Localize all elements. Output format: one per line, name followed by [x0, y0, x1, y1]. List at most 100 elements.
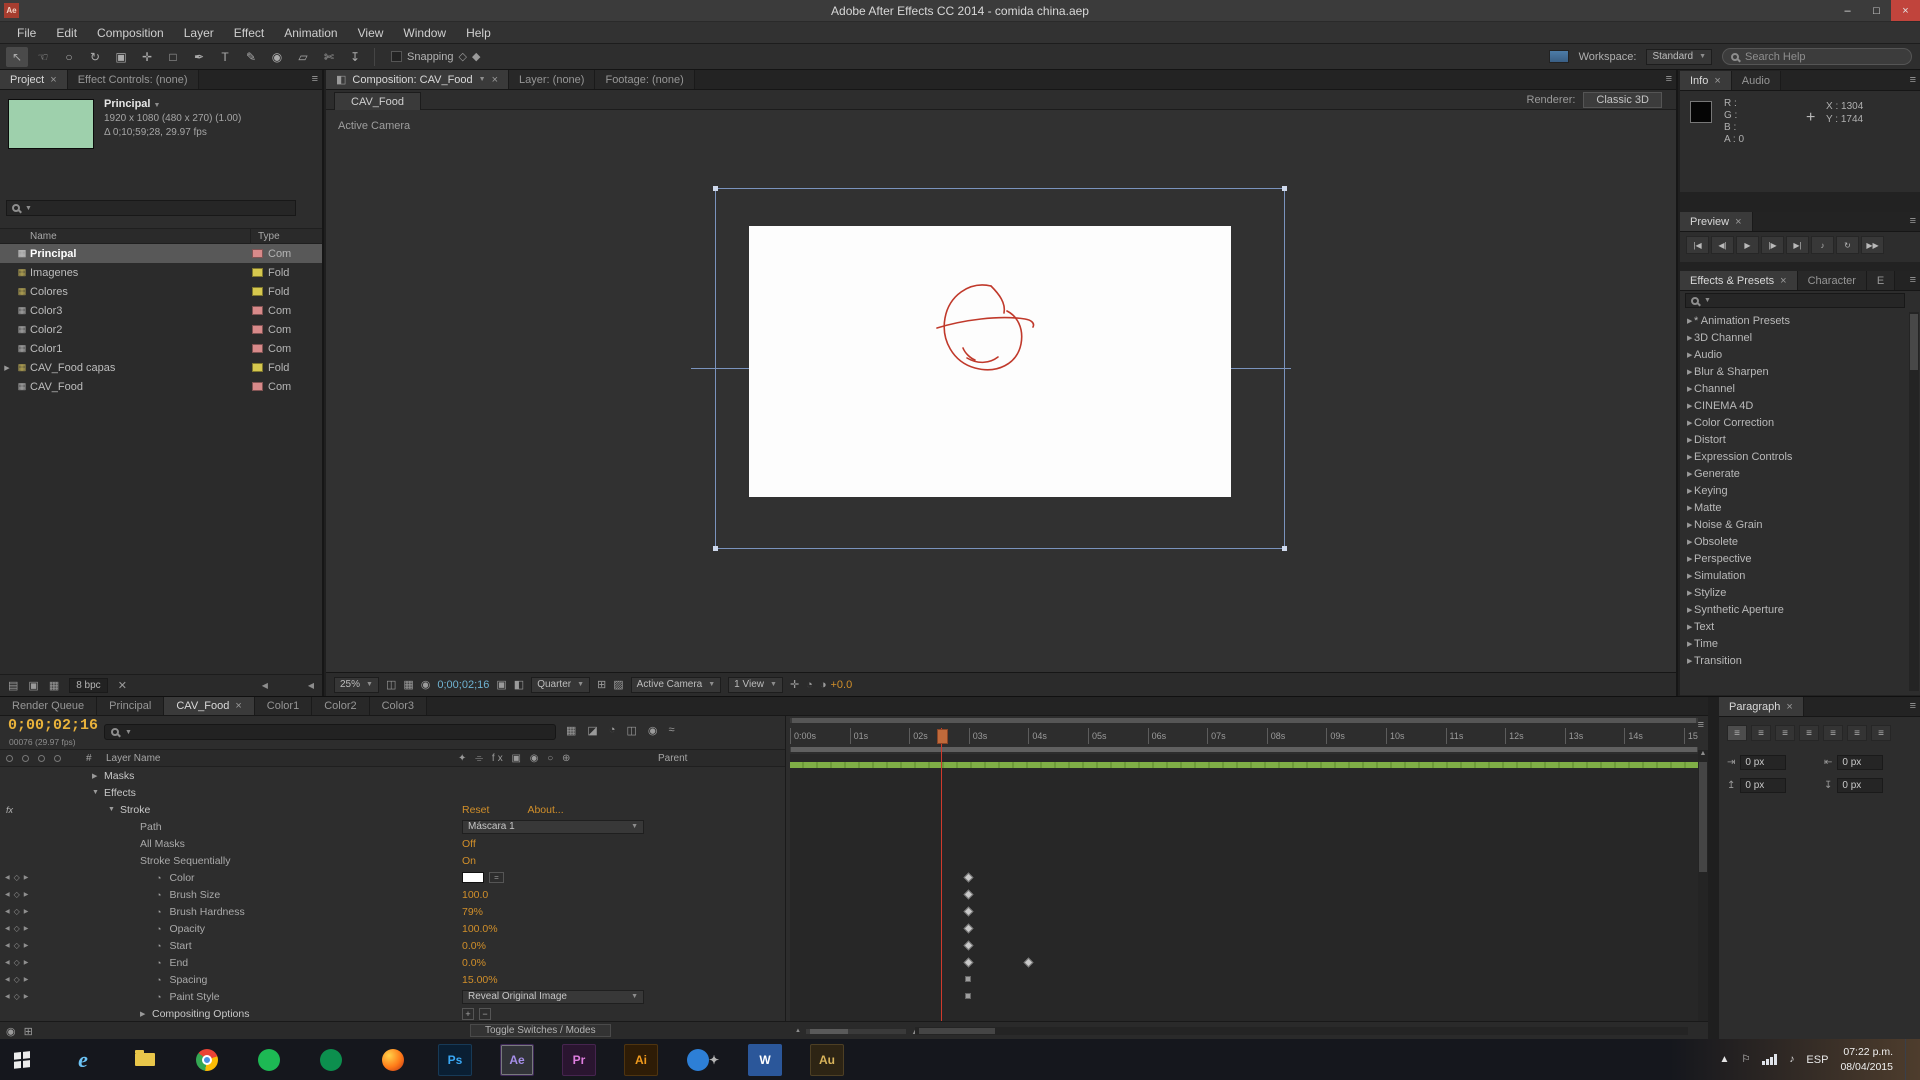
time-navigator-bar[interactable]	[790, 718, 1698, 723]
disclosure-triangle-icon[interactable]: ▶	[1680, 504, 1694, 512]
property-value[interactable]: 100.0	[462, 889, 488, 901]
selection-tool-icon[interactable]: ↖	[6, 46, 28, 67]
keyframe-navigator[interactable]: ◀ ◇ ▶	[5, 907, 28, 916]
parent-column[interactable]: Parent	[658, 753, 687, 764]
panel-menu-icon[interactable]: ≡	[1666, 73, 1672, 85]
draft-3d-icon[interactable]: ◪	[587, 724, 597, 737]
keyframe-marker[interactable]	[965, 976, 972, 982]
align-left-button[interactable]	[1727, 725, 1747, 741]
graph-editor-icon[interactable]: ≈	[668, 724, 674, 737]
snap-option-icon[interactable]: ◆	[472, 50, 480, 63]
property-value[interactable]: 0.0%	[462, 940, 486, 952]
effects-category[interactable]: ▶ Matte	[1680, 499, 1908, 516]
panel-menu-icon[interactable]: ≡	[1910, 215, 1916, 227]
hand-tool-icon[interactable]: ☜	[32, 47, 54, 67]
eraser-tool-icon[interactable]: ▱	[292, 47, 314, 67]
comp-subtab[interactable]: CAV_Food	[334, 92, 421, 110]
disclosure-triangle-icon[interactable]: ▶	[1680, 555, 1694, 563]
keyframe-navigator[interactable]: ◀ ◇ ▶	[5, 890, 28, 899]
language-indicator[interactable]: ESP	[1806, 1054, 1828, 1066]
keyframe-navigator[interactable]: ◀ ◇ ▶	[5, 975, 28, 984]
column-type[interactable]: Type	[258, 231, 280, 242]
snapshot-icon[interactable]: ▣	[496, 678, 506, 691]
delete-icon[interactable]: ✕	[118, 679, 127, 692]
disclosure-triangle-icon[interactable]: ▶	[1680, 402, 1694, 410]
menu-item[interactable]: Layer	[175, 26, 223, 40]
stopwatch-icon[interactable]: ◔	[156, 975, 161, 985]
property-row[interactable]: ◀◇▶ fx ◔ Paint Style Reveal Original Ima…	[0, 988, 785, 1005]
bit-depth-button[interactable]: 8 bpc	[69, 678, 108, 693]
transparency-grid-icon[interactable]: ▨	[613, 678, 623, 691]
remove-option-button[interactable]: −	[479, 1007, 491, 1020]
layer-name-column[interactable]: Layer Name	[106, 753, 160, 764]
zoom-slider-thumb[interactable]	[809, 1028, 848, 1034]
property-row[interactable]: ◀◇▶ fx ◔ Path Máscara 1▼ Máscara 1 = +−	[0, 818, 785, 835]
effects-category[interactable]: ▶ Time	[1680, 635, 1908, 652]
timeline-tab[interactable]: CAV_Food ×	[164, 697, 255, 715]
zoom-tool-icon[interactable]: ○	[58, 47, 80, 67]
audio-toggle-button[interactable]: ♪	[1811, 236, 1834, 254]
disclosure-triangle-icon[interactable]	[140, 1010, 152, 1018]
keyframe-marker[interactable]	[963, 957, 974, 968]
safe-guides-icon[interactable]: ◫	[386, 678, 396, 691]
panel-menu-icon[interactable]: ≡	[312, 73, 318, 85]
disclosure-triangle-icon[interactable]: ▶	[1680, 334, 1694, 342]
property-value[interactable]: 79%	[462, 906, 483, 918]
timeline-zoom-control[interactable]: ▲ ▲	[795, 1026, 920, 1036]
fx-badge-icon[interactable]: fx	[6, 805, 13, 815]
indent-right-field[interactable]: ⇤ 0 px	[1824, 755, 1911, 770]
new-folder-icon[interactable]: ▣	[28, 679, 38, 692]
viewer-canvas[interactable]: Active Camera	[326, 110, 1676, 672]
label-color-chip[interactable]	[252, 306, 263, 315]
property-value[interactable]: 15.00%	[462, 974, 498, 986]
keyframe-marker[interactable]	[965, 993, 972, 999]
pixel-aspect-icon[interactable]: ✛	[790, 678, 799, 691]
show-desktop-button[interactable]	[1905, 1039, 1912, 1080]
next-frame-button[interactable]: |▶	[1761, 236, 1784, 254]
shape-tool-icon[interactable]: □	[162, 47, 184, 67]
effects-search[interactable]: ▼	[1685, 293, 1905, 308]
hide-shy-layers-icon[interactable]: ◔	[609, 724, 616, 737]
compass-app-icon[interactable]: ✦	[686, 1044, 720, 1076]
viewer-timecode[interactable]: 0;00;02;16	[437, 679, 489, 691]
expression-toggle-icon[interactable]: =	[489, 872, 504, 883]
property-row[interactable]: ◀◇▶ fx ◔ Stroke Sequentially On▼ On = +−	[0, 852, 785, 869]
new-composition-icon[interactable]: ▦	[49, 679, 59, 692]
timeline-horizontal-scrollbar[interactable]	[915, 1027, 1688, 1035]
timeline-tab[interactable]: Principal	[97, 697, 165, 715]
effects-category[interactable]: ▶ * Animation Presets	[1680, 312, 1908, 329]
keyframe-marker[interactable]	[963, 906, 974, 917]
property-row[interactable]: ◀◇▶ fx ◔ Compositing Options ▼ = +−	[0, 1005, 785, 1021]
effects-category[interactable]: ▶ Transition	[1680, 652, 1908, 669]
start-button[interactable]	[4, 1044, 38, 1076]
label-color-chip[interactable]	[252, 344, 263, 353]
disclosure-triangle-icon[interactable]	[92, 789, 104, 796]
keyframe-navigator[interactable]: ◀ ◇ ▶	[5, 924, 28, 933]
disclosure-triangle-icon[interactable]: ▶	[1680, 317, 1694, 325]
add-option-button[interactable]: +	[462, 1007, 474, 1020]
label-color-chip[interactable]	[252, 287, 263, 296]
work-area-bar[interactable]	[790, 747, 1698, 752]
panel-lock-icon[interactable]: ◧	[336, 73, 346, 86]
project-item-row[interactable]: ▶ ▦ Color3 Com	[0, 301, 322, 320]
play-button[interactable]: ▶	[1736, 236, 1759, 254]
disclosure-triangle-icon[interactable]: ▶	[1680, 538, 1694, 546]
timeline-tab[interactable]: Color2	[312, 697, 370, 715]
column-name[interactable]: Name	[30, 231, 57, 242]
workspace-select[interactable]: Standard ▼	[1646, 48, 1712, 65]
disclosure-triangle-icon[interactable]: ▶	[1680, 487, 1694, 495]
file-explorer-icon[interactable]	[128, 1044, 162, 1076]
scroll-left-icon[interactable]: ◀	[262, 681, 268, 690]
pan-behind-tool-icon[interactable]: ✛	[136, 47, 158, 67]
view-layout-select[interactable]: 1 View ▼	[728, 676, 783, 693]
tab-project[interactable]: Project ×	[0, 70, 68, 89]
menu-item[interactable]: Window	[394, 26, 455, 40]
keyframe-marker[interactable]	[963, 889, 974, 900]
prev-frame-button[interactable]: ◀|	[1711, 236, 1734, 254]
disclosure-triangle-icon[interactable]: ▶	[1680, 470, 1694, 478]
current-timecode[interactable]: 0;00;02;16	[8, 717, 98, 734]
toggle-switches-modes-button[interactable]: Toggle Switches / Modes	[470, 1024, 611, 1037]
disclosure-triangle-icon[interactable]: ▶	[1680, 368, 1694, 376]
interpret-footage-icon[interactable]: ▤	[8, 679, 18, 692]
audition-icon[interactable]: Au	[810, 1043, 844, 1076]
